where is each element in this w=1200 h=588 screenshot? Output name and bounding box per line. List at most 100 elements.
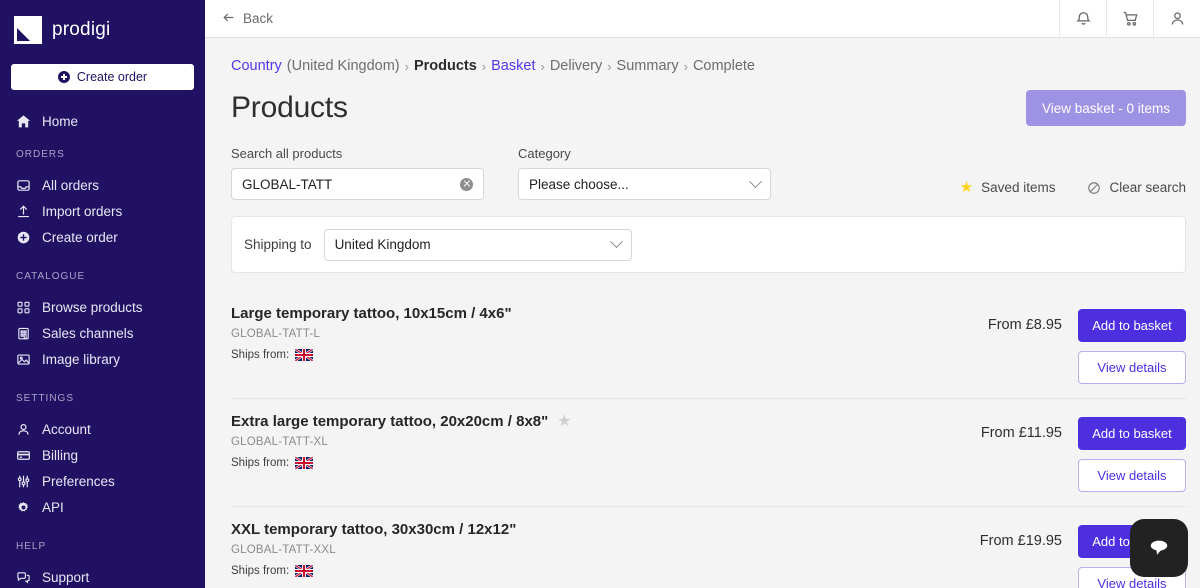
chat-bubble-icon <box>1145 534 1173 562</box>
breadcrumb-products[interactable]: Products <box>414 58 477 74</box>
breadcrumb-separator: › <box>684 59 688 74</box>
prodigi-logo-icon <box>14 16 42 44</box>
main-area: Back Country (United Kingdom) › Pr <box>205 0 1200 588</box>
shipping-card: Shipping to United Kingdom <box>231 216 1186 273</box>
product-actions: From £8.95 Add to basket View details <box>988 303 1186 384</box>
sidebar-item-sales-channels[interactable]: Sales channels <box>0 320 205 346</box>
image-icon <box>16 352 31 367</box>
category-label: Category <box>518 146 771 161</box>
product-title[interactable]: Extra large temporary tattoo, 20x20cm / … <box>231 413 548 430</box>
sliders-icon <box>16 474 31 489</box>
top-bar: Back <box>205 0 1200 38</box>
clear-search-label: Clear search <box>1109 180 1186 195</box>
category-select[interactable]: Please choose... <box>518 168 771 200</box>
view-details-button[interactable]: View details <box>1078 459 1186 492</box>
table-row: Large temporary tattoo, 10x15cm / 4x6" G… <box>231 291 1186 399</box>
view-basket-button[interactable]: View basket - 0 items <box>1026 90 1186 126</box>
sidebar-item-api[interactable]: API <box>0 494 205 520</box>
product-info: Extra large temporary tattoo, 20x20cm / … <box>231 411 981 469</box>
filters-row: Search all products GLOBAL-TATT Category… <box>231 146 1186 200</box>
breadcrumb-summary: Summary <box>617 58 679 74</box>
product-title-row: XXL temporary tattoo, 30x30cm / 12x12" <box>231 521 980 538</box>
breadcrumb-separator: › <box>405 59 409 74</box>
sidebar-section-settings: SETTINGS <box>0 390 205 406</box>
product-sku: GLOBAL-TATT-XL <box>231 436 981 448</box>
ships-from-label: Ships from: <box>231 565 289 577</box>
save-item-star-icon[interactable]: ★ <box>557 414 571 430</box>
sidebar-item-label-billing: Billing <box>42 448 78 463</box>
bell-icon[interactable] <box>1059 0 1106 38</box>
plus-circle-icon <box>58 71 70 83</box>
breadcrumb-separator: › <box>540 59 544 74</box>
category-select-value: Please choose... <box>529 177 751 192</box>
sidebar-item-create-order[interactable]: Create order <box>0 224 205 250</box>
sidebar-item-import-orders[interactable]: Import orders <box>0 198 205 224</box>
clear-input-icon[interactable] <box>460 178 473 191</box>
table-row: Extra large temporary tattoo, 20x20cm / … <box>231 399 1186 507</box>
credit-card-icon <box>16 448 31 463</box>
page-title: Products <box>231 91 348 125</box>
breadcrumb-separator: › <box>607 59 611 74</box>
create-order-button[interactable]: Create order <box>11 64 194 90</box>
sidebar-item-label-preferences: Preferences <box>42 474 115 489</box>
account-icon[interactable] <box>1153 0 1200 38</box>
product-price: From £8.95 <box>988 309 1062 333</box>
ships-from-label: Ships from: <box>231 349 289 361</box>
breadcrumb-basket[interactable]: Basket <box>491 58 535 74</box>
ships-from-label: Ships from: <box>231 457 289 469</box>
view-details-button[interactable]: View details <box>1078 351 1186 384</box>
ships-from: Ships from: <box>231 565 980 577</box>
saved-items-button[interactable]: ★ Saved items <box>960 180 1056 195</box>
store-icon <box>16 326 31 341</box>
sidebar-item-browse-products[interactable]: Browse products <box>0 294 205 320</box>
sidebar-item-billing[interactable]: Billing <box>0 442 205 468</box>
sidebar-item-all-orders[interactable]: All orders <box>0 172 205 198</box>
sidebar-item-image-library[interactable]: Image library <box>0 346 205 372</box>
chevron-down-icon <box>749 175 762 188</box>
clear-search-button[interactable]: Clear search <box>1087 180 1186 195</box>
ships-from: Ships from: <box>231 457 981 469</box>
no-entry-icon <box>1087 181 1101 195</box>
back-button-label: Back <box>243 11 273 26</box>
brand-name: prodigi <box>52 19 110 41</box>
breadcrumb-country-value: (United Kingdom) <box>287 58 400 74</box>
product-info: XXL temporary tattoo, 30x30cm / 12x12" G… <box>231 519 980 577</box>
user-icon <box>16 422 31 437</box>
inbox-icon <box>16 178 31 193</box>
uk-flag-icon <box>295 349 313 361</box>
shipping-country-select[interactable]: United Kingdom <box>324 229 632 261</box>
star-icon: ★ <box>960 180 973 195</box>
back-button[interactable]: Back <box>221 10 273 28</box>
sidebar-item-preferences[interactable]: Preferences <box>0 468 205 494</box>
product-title[interactable]: XXL temporary tattoo, 30x30cm / 12x12" <box>231 521 516 538</box>
add-to-basket-button[interactable]: Add to basket <box>1078 309 1186 342</box>
shipping-country-value: United Kingdom <box>335 237 612 252</box>
product-title[interactable]: Large temporary tattoo, 10x15cm / 4x6" <box>231 305 512 322</box>
breadcrumb-complete: Complete <box>693 58 755 74</box>
add-to-basket-button[interactable]: Add to basket <box>1078 417 1186 450</box>
sidebar-item-home[interactable]: Home <box>0 108 205 134</box>
plus-circle-icon <box>16 230 31 245</box>
product-button-column: Add to basket View details <box>1078 309 1186 384</box>
sidebar-item-label-image-library: Image library <box>42 352 120 367</box>
page-content: Country (United Kingdom) › Products › Ba… <box>205 38 1200 588</box>
sidebar-item-account[interactable]: Account <box>0 416 205 442</box>
sidebar-item-support[interactable]: Support <box>0 564 205 588</box>
uk-flag-icon <box>295 565 313 577</box>
sidebar-section-catalogue: CATALOGUE <box>0 268 205 284</box>
ships-from: Ships from: <box>231 349 988 361</box>
search-field-group: Search all products GLOBAL-TATT <box>231 146 484 200</box>
category-field-group: Category Please choose... <box>518 146 771 200</box>
shipping-label: Shipping to <box>244 237 312 252</box>
product-info: Large temporary tattoo, 10x15cm / 4x6" G… <box>231 303 988 361</box>
brand-logo[interactable]: prodigi <box>0 0 205 44</box>
sidebar-item-label-support: Support <box>42 570 89 585</box>
gear-icon <box>16 500 31 515</box>
breadcrumb-country-link[interactable]: Country <box>231 58 282 74</box>
search-input[interactable]: GLOBAL-TATT <box>231 168 484 200</box>
cart-icon[interactable] <box>1106 0 1153 38</box>
search-input-value: GLOBAL-TATT <box>242 177 460 192</box>
sidebar-item-label-sales-channels: Sales channels <box>42 326 134 341</box>
chat-widget-button[interactable] <box>1130 519 1188 577</box>
product-actions: From £11.95 Add to basket View details <box>981 411 1186 492</box>
